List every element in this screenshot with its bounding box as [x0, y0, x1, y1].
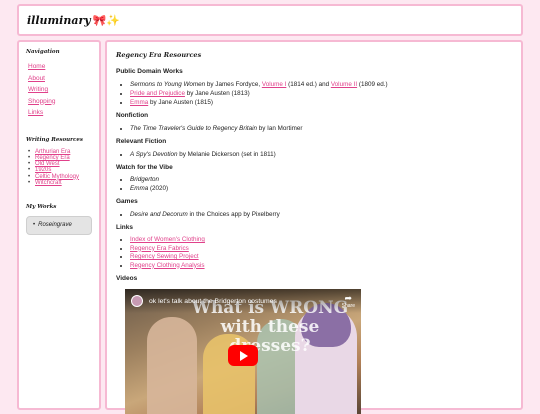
pride-and-prejudice-link[interactable]: Pride and Prejudice: [130, 90, 185, 97]
video-title[interactable]: ok let's talk about the Bridgerton costu…: [149, 298, 342, 305]
book-title: A Spy's Devotion: [130, 151, 178, 158]
list-item: A Spy's Devotion by Melanie Dickerson (s…: [130, 150, 513, 159]
resource-old-west-link[interactable]: Old West: [35, 161, 60, 167]
videos-heading: Videos: [116, 275, 138, 282]
volume-2-link[interactable]: Volume II: [331, 81, 357, 88]
game-title: Desire and Decorum: [130, 211, 188, 218]
list-item: Regency Sewing Project: [130, 253, 513, 262]
share-icon: ➦: [344, 292, 353, 303]
item-text: by Ian Mortimer: [257, 125, 303, 132]
item-text: by Jane Austen (1815): [148, 99, 213, 106]
list-item: The Time Traveler's Guide to Regency Bri…: [130, 124, 513, 133]
nav-writing-link[interactable]: Writing: [28, 86, 48, 93]
nonfiction-heading: Nonfiction: [116, 112, 149, 119]
show-title: Emma: [130, 184, 149, 192]
resource-witchcraft-link[interactable]: Witchcraft: [35, 180, 62, 186]
video-top-bar: ok let's talk about the Bridgerton costu…: [125, 289, 361, 313]
vibe-heading: Watch for the Vibe: [116, 164, 173, 171]
sidebar: Navigation Home About Writing Shopping L…: [17, 40, 101, 410]
youtube-video-embed[interactable]: What is WRONG with these dresses? ok let…: [125, 289, 361, 414]
play-icon: [240, 350, 248, 361]
item-text: by James Fordyce,: [205, 81, 262, 88]
page-title: Regency Era Resources: [116, 51, 202, 59]
emma-link[interactable]: Emma: [130, 99, 148, 106]
list-item: Pride and Prejudice by Jane Austen (1813…: [130, 89, 513, 98]
links-list: Index of Women's Clothing Regency Era Fa…: [115, 236, 513, 270]
my-works-heading: My Works: [26, 204, 57, 211]
list-item: Regency Era Fabrics: [130, 245, 513, 254]
links-heading: Links: [116, 224, 133, 231]
vibe-list: Bridgerton Emma (2020): [115, 176, 513, 193]
item-text: in the Choices app by Pixelberry: [187, 211, 280, 218]
games-list: Desire and Decorum in the Choices app by…: [115, 210, 513, 219]
nav-links-link[interactable]: Links: [28, 109, 43, 116]
book-title: Sermons to Young Women: [130, 81, 206, 88]
resource-celtic-link[interactable]: Celtic Mythology: [35, 174, 79, 180]
my-works-box: • Roseingrave: [26, 216, 92, 236]
public-domain-heading: Public Domain Works: [116, 68, 183, 75]
resource-regency-link[interactable]: Regency Era: [35, 155, 70, 161]
site-header: illuminary 🎀✨: [17, 4, 523, 36]
resource-1920s-link[interactable]: 1920s: [35, 167, 51, 173]
play-button[interactable]: [228, 345, 258, 366]
bullet-icon: •: [33, 222, 36, 229]
item-text: by Jane Austen (1813): [184, 90, 250, 97]
list-item: Regency Clothing Analysis: [130, 262, 513, 271]
regency-sewing-link[interactable]: Regency Sewing Project: [130, 253, 199, 260]
brand-emoji: 🎀✨: [92, 14, 121, 27]
nav-home-link[interactable]: Home: [28, 63, 45, 70]
site-brand[interactable]: illuminary: [27, 14, 91, 27]
volume-1-link[interactable]: Volume I: [262, 81, 287, 88]
item-text: (1809 ed.): [357, 81, 388, 88]
writing-resources-heading: Writing Resources: [26, 136, 83, 143]
fiction-list: A Spy's Devotion by Melanie Dickerson (s…: [115, 150, 513, 159]
public-domain-list: Sermons to Young Women by James Fordyce,…: [115, 80, 513, 107]
book-title: The Time Traveler's Guide to Regency Bri…: [130, 125, 258, 132]
list-item: Emma (2020): [130, 185, 513, 194]
index-clothing-link[interactable]: Index of Women's Clothing: [130, 236, 205, 243]
list-item: Bridgerton: [130, 176, 513, 185]
work-roseingrave[interactable]: Roseingrave: [38, 222, 72, 228]
nav-shopping-link[interactable]: Shopping: [28, 98, 55, 105]
nav-about-link[interactable]: About: [28, 75, 45, 82]
regency-clothing-analysis-link[interactable]: Regency Clothing Analysis: [130, 262, 205, 269]
nonfiction-list: The Time Traveler's Guide to Regency Bri…: [115, 124, 513, 133]
item-text: (1814 ed.) and: [286, 81, 331, 88]
nav-list: Home About Writing Shopping Links: [26, 61, 92, 119]
item-text: (2020): [148, 184, 169, 192]
navigation-heading: Navigation: [26, 49, 60, 55]
fiction-heading: Relevant Fiction: [116, 138, 167, 145]
share-button[interactable]: ➦ Share: [341, 292, 355, 309]
writing-resources-list: Arthurian Era Regency Era Old West 1920s…: [26, 149, 92, 187]
channel-avatar[interactable]: [131, 295, 143, 307]
share-label: Share: [341, 302, 355, 309]
games-heading: Games: [116, 198, 138, 205]
item-text: by Melanie Dickerson (set in 1811): [177, 151, 276, 158]
list-item: Index of Women's Clothing: [130, 236, 513, 245]
list-item: Desire and Decorum in the Choices app by…: [130, 210, 513, 219]
list-item: Sermons to Young Women by James Fordyce,…: [130, 80, 513, 89]
resource-arthurian-link[interactable]: Arthurian Era: [35, 149, 70, 155]
main-content: Regency Era Resources Public Domain Work…: [105, 40, 523, 414]
list-item: Emma by Jane Austen (1815): [130, 98, 513, 107]
regency-fabrics-link[interactable]: Regency Era Fabrics: [130, 245, 189, 252]
